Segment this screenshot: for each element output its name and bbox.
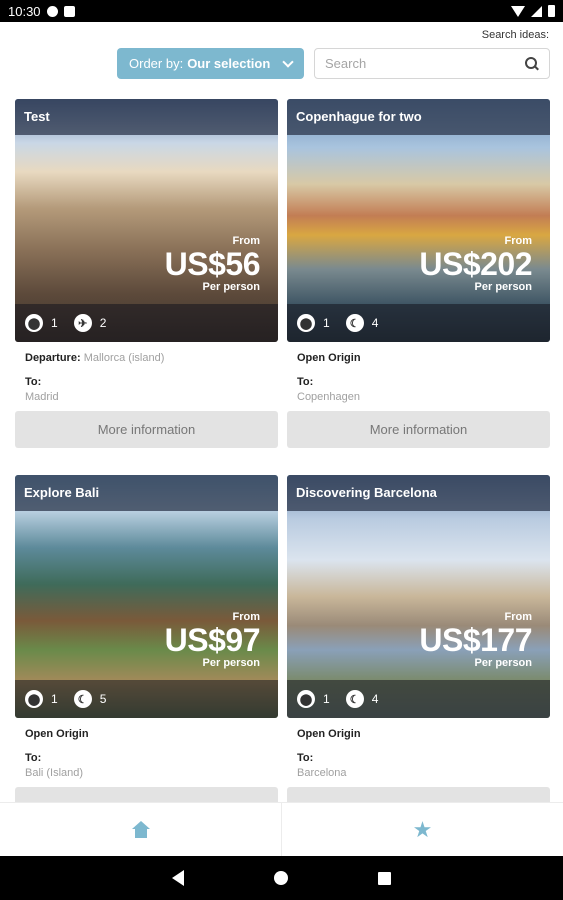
to-label: To:	[297, 376, 314, 388]
destinations-count: 1	[51, 316, 58, 330]
origin-label: Open Origin	[297, 352, 361, 364]
location-pin-icon: ⬤	[297, 690, 315, 708]
location-pin-icon: ⬤	[25, 314, 43, 332]
sd-card-icon	[63, 5, 75, 17]
trip-title: Explore Bali	[15, 475, 278, 511]
to-value: Madrid	[25, 391, 59, 403]
search-ideas-label: Search ideas:	[481, 29, 549, 41]
home-icon[interactable]	[131, 820, 151, 839]
order-by-value: Our selection	[187, 56, 271, 71]
destinations-count: 1	[323, 316, 330, 330]
departure-label: Departure:	[25, 352, 81, 364]
destinations-count: 1	[323, 692, 330, 706]
battery-icon	[548, 5, 555, 17]
trip-title: Copenhague for two	[287, 99, 550, 135]
moon-icon: ☾	[345, 314, 364, 332]
nights-count: 4	[371, 316, 379, 330]
nights-count: 4	[371, 692, 379, 706]
order-by-prefix: Order by:	[129, 56, 184, 71]
airplane-icon: ✈	[73, 314, 92, 332]
trip-image-barcelona[interactable]: Discovering Barcelona From US$177 Per pe…	[287, 475, 550, 718]
trip-card[interactable]: Test From US$56 Per person ⬤ 1 ✈ 2 Depar…	[15, 99, 278, 448]
tab-favorites[interactable]: ★	[282, 803, 563, 856]
departure-value: Mallorca (island)	[83, 352, 165, 364]
notification-icon	[46, 5, 58, 17]
nights-count: 5	[99, 692, 107, 706]
price: US$202	[419, 246, 532, 282]
to-label: To:	[25, 376, 42, 388]
order-by-dropdown[interactable]: Order by: Our selection	[117, 48, 304, 79]
more-information-button[interactable]: More information	[15, 411, 278, 448]
search-icon[interactable]	[525, 56, 539, 71]
to-label: To:	[25, 752, 42, 764]
to-value: Copenhagen	[297, 391, 361, 403]
price: US$97	[164, 622, 261, 658]
trip-image-madrid[interactable]: Test From US$56 Per person ⬤ 1 ✈ 2	[15, 99, 278, 342]
back-icon[interactable]	[172, 870, 184, 886]
per-person-label: Per person	[202, 657, 260, 669]
tab-home[interactable]	[0, 803, 282, 856]
origin-label: Open Origin	[25, 728, 89, 740]
moon-icon: ☾	[73, 690, 92, 708]
wifi-icon	[511, 5, 525, 17]
trip-title: Test	[15, 99, 278, 135]
search-field[interactable]	[314, 48, 550, 79]
per-person-label: Per person	[474, 657, 532, 669]
recent-apps-icon[interactable]	[378, 871, 391, 885]
system-navigation-bar	[0, 856, 563, 900]
trip-image-copenhagen[interactable]: Copenhague for two From US$202 Per perso…	[287, 99, 550, 342]
home-circle-icon[interactable]	[274, 871, 288, 885]
price: US$177	[419, 622, 532, 658]
per-person-label: Per person	[202, 281, 260, 293]
trip-image-bali[interactable]: Explore Bali From US$97 Per person ⬤ 1 ☾…	[15, 475, 278, 718]
more-information-button[interactable]: More information	[287, 411, 550, 448]
star-icon[interactable]: ★	[413, 818, 433, 841]
signal-icon	[531, 5, 542, 17]
trip-card[interactable]: Copenhague for two From US$202 Per perso…	[287, 99, 550, 448]
moon-icon: ☾	[345, 690, 364, 708]
search-input[interactable]	[325, 56, 525, 71]
origin-label: Open Origin	[297, 728, 361, 740]
status-time: 10:30	[8, 3, 41, 19]
status-bar: 10:30	[0, 0, 563, 22]
flights-count: 2	[99, 316, 107, 330]
trip-title: Discovering Barcelona	[287, 475, 550, 511]
location-pin-icon: ⬤	[297, 314, 315, 332]
to-value: Bali (Island)	[25, 767, 84, 779]
per-person-label: Per person	[474, 281, 532, 293]
location-pin-icon: ⬤	[25, 690, 43, 708]
bottom-navigation: ★	[0, 802, 563, 856]
trip-card[interactable]: Discovering Barcelona From US$177 Per pe…	[287, 475, 550, 824]
to-label: To:	[297, 752, 314, 764]
chevron-down-icon	[282, 55, 294, 68]
trip-card[interactable]: Explore Bali From US$97 Per person ⬤ 1 ☾…	[15, 475, 278, 824]
to-value: Barcelona	[297, 767, 347, 779]
price: US$56	[164, 246, 261, 282]
destinations-count: 1	[51, 692, 58, 706]
